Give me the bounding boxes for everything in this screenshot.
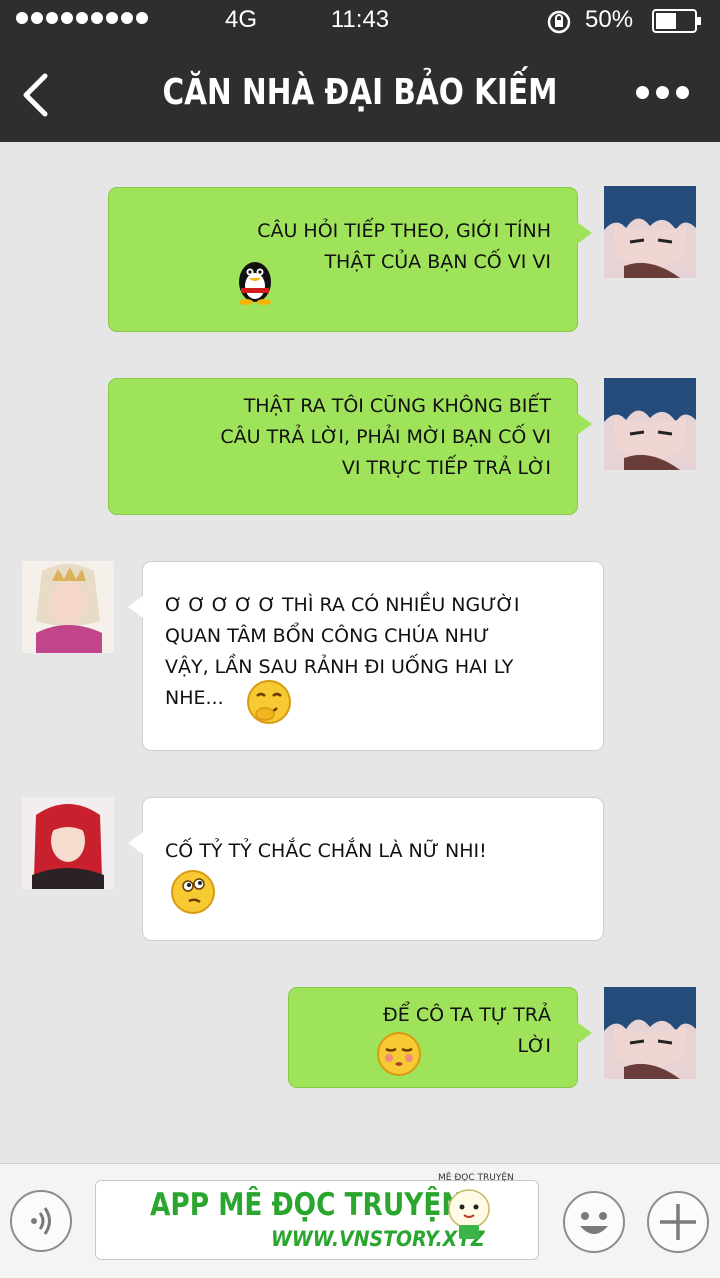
chat-title: CĂN NHÀ ĐẠI BẢO KIẾM: [162, 72, 558, 113]
watermark-title: APP MÊ ĐỌC TRUYỆN: [150, 1187, 464, 1223]
message-input-field[interactable]: MÊ ĐỌC TRUYỆN APP MÊ ĐỌC TRUYỆN WWW.VNST…: [95, 1173, 539, 1260]
status-bar: 4G 11:43 50%: [0, 0, 720, 44]
message-text-line: VẬY, LẦN SAU RẢNH ĐI UỐNG HAI LY: [165, 656, 514, 678]
message-text-line: ĐỂ CÔ TA TỰ TRẢ: [383, 1004, 551, 1026]
message-text-line: CÂU HỎI TIẾP THEO, GIỚI TÍNH: [257, 220, 551, 242]
message-text-line: VI TRỰC TIẾP TRẢ LỜI: [341, 457, 551, 479]
message-bubble-received: CỐ TỶ TỶ CHẮC CHẮN LÀ NỮ NHI!: [128, 797, 604, 941]
input-bar: MÊ ĐỌC TRUYỆN APP MÊ ĐỌC TRUYỆN WWW.VNST…: [0, 1163, 720, 1278]
add-attachment-icon[interactable]: [646, 1190, 710, 1254]
avatar-blue-hair-boy: [604, 378, 696, 470]
battery-percentage: 50%: [585, 6, 634, 33]
message-text-line: THẬT RA TÔI CŨNG KHÔNG BIẾT: [243, 395, 551, 417]
back-arrow-icon[interactable]: [20, 72, 50, 118]
message-bubble-sent: CÂU HỎI TIẾP THEO, GIỚI TÍNH THẬT CỦA BẠ…: [108, 187, 592, 332]
battery-icon: [652, 9, 701, 33]
avatar-red-hair-girl: [22, 797, 114, 889]
navigation-bar: CĂN NHÀ ĐẠI BẢO KIẾM: [0, 50, 720, 140]
emoji-button-icon[interactable]: [562, 1190, 626, 1254]
message-text-line: Ơ Ơ Ơ Ơ Ơ THÌ RA CÓ NHIỀU NGƯỜI: [165, 594, 520, 616]
message-text-line: THẬT CỦA BẠN CỐ VI VI: [324, 251, 551, 273]
watermark-small-label: MÊ ĐỌC TRUYỆN: [438, 1173, 514, 1183]
more-options-icon[interactable]: [636, 86, 689, 99]
voice-wave-icon: [31, 1207, 51, 1235]
voice-input-button[interactable]: [10, 1190, 72, 1252]
avatar-blue-hair-boy: [604, 186, 696, 278]
message-text-line: CỐ TỶ TỶ CHẮC CHẮN LÀ NỮ NHI!: [165, 840, 487, 862]
message-text-line: NHE...: [165, 687, 224, 709]
message-text-line: QUAN TÂM BỔN CÔNG CHÚA NHƯ: [165, 625, 490, 647]
thinking-emoji: [171, 870, 215, 914]
penguin-emoji: [239, 262, 271, 305]
smug-emoji: [377, 1032, 421, 1076]
top-bar: 4G 11:43 50% CĂN NHÀ ĐẠI BẢO KIẾM: [0, 0, 720, 142]
giggle-emoji: [247, 680, 291, 724]
avatar-blue-hair-boy: [604, 987, 696, 1079]
message-text-line: CÂU TRẢ LỜI, PHẢI MỜI BẠN CỐ VI: [220, 426, 551, 448]
message-bubble-sent: THẬT RA TÔI CŨNG KHÔNG BIẾT CÂU TRẢ LỜI,…: [108, 378, 592, 515]
avatar-princess: [22, 561, 114, 653]
message-bubble-received: Ơ Ơ Ơ Ơ Ơ THÌ RA CÓ NHIỀU NGƯỜI QUAN TÂM…: [128, 561, 604, 751]
mascot-icon: [448, 1189, 490, 1239]
rotation-lock-icon: [547, 10, 571, 34]
message-bubble-sent: ĐỂ CÔ TA TỰ TRẢ LỜI: [288, 987, 592, 1088]
